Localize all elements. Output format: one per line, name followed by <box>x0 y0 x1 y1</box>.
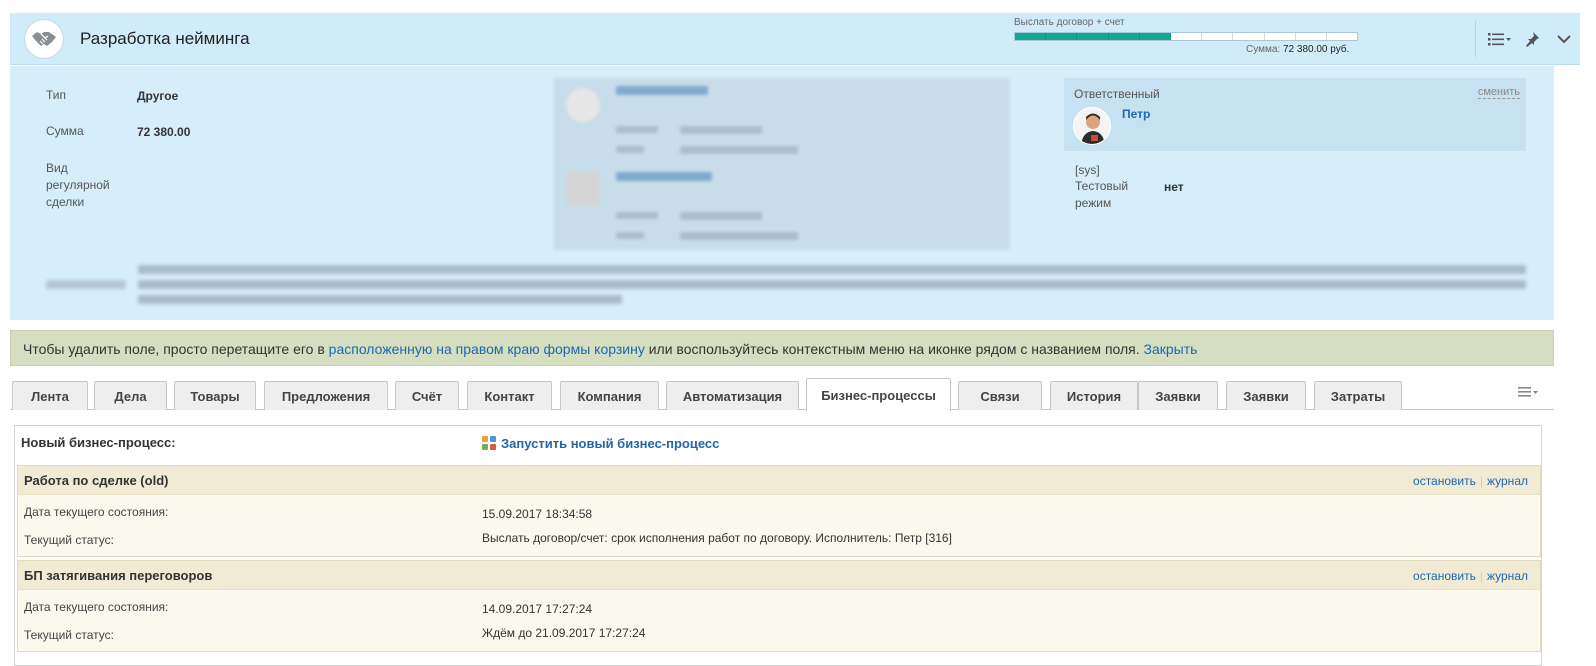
bp-status-value: Выслать договор/счет: срок исполнения ра… <box>482 531 952 545</box>
recurring-label: Вид регулярной сделки <box>46 161 110 209</box>
header-sum-value: 72 380.00 руб. <box>1282 44 1350 55</box>
bp-status-value: Ждём до 21.09.2017 17:27:24 <box>482 626 646 640</box>
launch-bp-link[interactable]: Запустить новый бизнес-процесс <box>481 435 719 451</box>
notice-trash-link[interactable]: расположенную на правом краю формы корзи… <box>329 341 645 357</box>
stage-segment[interactable] <box>1046 33 1078 40</box>
type-label: Тип <box>46 88 67 102</box>
test-mode-value: нет <box>1164 180 1184 194</box>
tab-costs[interactable]: Затраты <box>1314 381 1402 410</box>
bp-launch-icon <box>482 436 496 450</box>
tab-invoice[interactable]: Счёт <box>395 381 459 410</box>
contacts-block-blurred <box>554 78 1010 250</box>
tab-contact[interactable]: Контакт <box>467 381 552 410</box>
stage-progress-bar[interactable] <box>1014 32 1358 41</box>
responsible-name[interactable]: Петр <box>1122 107 1150 121</box>
bp-status-label: Текущий статус: <box>24 628 114 642</box>
stage-segment[interactable] <box>1202 33 1234 40</box>
bp-actions: остановить | журнал <box>1413 569 1528 583</box>
bp-block: БП затягивания переговоров остановить | жу… <box>17 560 1541 652</box>
header-actions <box>1475 21 1580 57</box>
tab-links[interactable]: Связи <box>958 381 1042 410</box>
bp-date-value: 14.09.2017 17:27:24 <box>482 602 593 616</box>
stage-segment[interactable] <box>1296 33 1327 40</box>
chevron-down-icon[interactable] <box>1548 24 1580 54</box>
tab-quotes[interactable]: Предложения <box>264 381 388 410</box>
bp-block-header: Работа по сделке (old) остановить | журнал <box>18 466 1540 495</box>
bp-stop-link[interactable]: остановить <box>1413 474 1476 488</box>
comment-blurred <box>46 262 1526 310</box>
header-sum-label: Сумма: <box>1246 44 1281 55</box>
tab-bar: Лента Дела Товары Предложения Счёт Конта… <box>10 378 1554 411</box>
tab-company[interactable]: Компания <box>560 381 659 410</box>
stage-segment[interactable] <box>1265 33 1296 40</box>
stage-segment[interactable] <box>1233 33 1265 40</box>
deal-title: Разработка нейминга <box>80 29 250 48</box>
launch-bp-label: Запустить новый бизнес-процесс <box>501 435 720 451</box>
deal-info-panel: Тип Другое Сумма 72 380.00 Вид регулярно… <box>10 66 1554 320</box>
sys-label: [sys] <box>1075 163 1100 177</box>
sum-value: 72 380.00 <box>137 125 191 139</box>
test-mode-label: Тестовый режим <box>1075 179 1129 210</box>
business-processes-panel: Новый бизнес-процесс: Запустить новый би… <box>14 425 1542 666</box>
stage-segment[interactable] <box>1015 33 1047 40</box>
bp-actions-divider: | <box>1479 474 1483 488</box>
notice-close-link[interactable]: Закрыть <box>1144 341 1198 357</box>
tab-products[interactable]: Товары <box>174 381 256 410</box>
bp-date-value: 15.09.2017 18:34:58 <box>482 507 593 521</box>
handshake-icon <box>24 19 64 59</box>
stage-segment[interactable] <box>1108 33 1140 40</box>
notice-text-after: или воспользуйтесь контекстным меню на и… <box>644 341 1144 357</box>
bp-log-link[interactable]: журнал <box>1487 474 1528 488</box>
bp-stop-link[interactable]: остановить <box>1413 569 1476 583</box>
stage-segment[interactable] <box>1077 33 1109 40</box>
tab-feed[interactable]: Лента <box>12 381 88 410</box>
avatar[interactable] <box>1073 107 1111 145</box>
responsible-label: Ответственный <box>1074 87 1160 101</box>
bp-date-label: Дата текущего состояния: <box>24 600 169 614</box>
tab-automation[interactable]: Автоматизация <box>666 381 799 410</box>
tabs-menu-icon[interactable] <box>1518 386 1540 401</box>
field-removal-notice: Чтобы удалить поле, просто перетащите ег… <box>10 330 1554 366</box>
tab-history[interactable]: История <box>1050 381 1138 410</box>
stage-segment[interactable] <box>1139 33 1171 40</box>
bp-name: БП затягивания переговоров <box>24 568 213 583</box>
new-bp-label: Новый бизнес-процесс: <box>21 435 176 450</box>
tab-requests-1[interactable]: Заявки <box>1138 381 1218 410</box>
bp-block: Работа по сделке (old) остановить | журнал… <box>17 465 1541 557</box>
notice-text-before: Чтобы удалить поле, просто перетащите ег… <box>23 341 329 357</box>
responsible-box: Ответственный сменить Петр <box>1064 78 1526 151</box>
change-responsible-link[interactable]: сменить <box>1477 86 1520 99</box>
bp-actions-divider: | <box>1479 569 1483 583</box>
bp-block-header: БП затягивания переговоров остановить | жу… <box>18 561 1540 590</box>
type-value: Другое <box>137 89 179 103</box>
pin-icon[interactable] <box>1516 24 1548 54</box>
stage-segment[interactable] <box>1171 33 1203 40</box>
tab-requests-2[interactable]: Заявки <box>1226 381 1306 410</box>
bp-log-link[interactable]: журнал <box>1487 569 1528 583</box>
bp-date-label: Дата текущего состояния: <box>24 505 169 519</box>
tab-tasks[interactable]: Дела <box>94 381 167 410</box>
tab-business-processes[interactable]: Бизнес-процессы <box>806 378 951 411</box>
stage-label: Выслать договор + счет <box>1014 17 1125 28</box>
bp-actions: остановить | журнал <box>1413 474 1528 488</box>
header-sum: Сумма: 72 380.00 руб. <box>1246 44 1349 55</box>
stage-segment[interactable] <box>1327 33 1357 40</box>
sum-label: Сумма <box>46 124 84 138</box>
deal-header: Разработка нейминга Выслать договор + сч… <box>10 13 1580 65</box>
new-bp-row: Новый бизнес-процесс: Запустить новый би… <box>15 426 1541 460</box>
bp-status-label: Текущий статус: <box>24 533 114 547</box>
list-settings-icon[interactable] <box>1484 24 1516 54</box>
bp-name: Работа по сделке (old) <box>24 473 169 488</box>
